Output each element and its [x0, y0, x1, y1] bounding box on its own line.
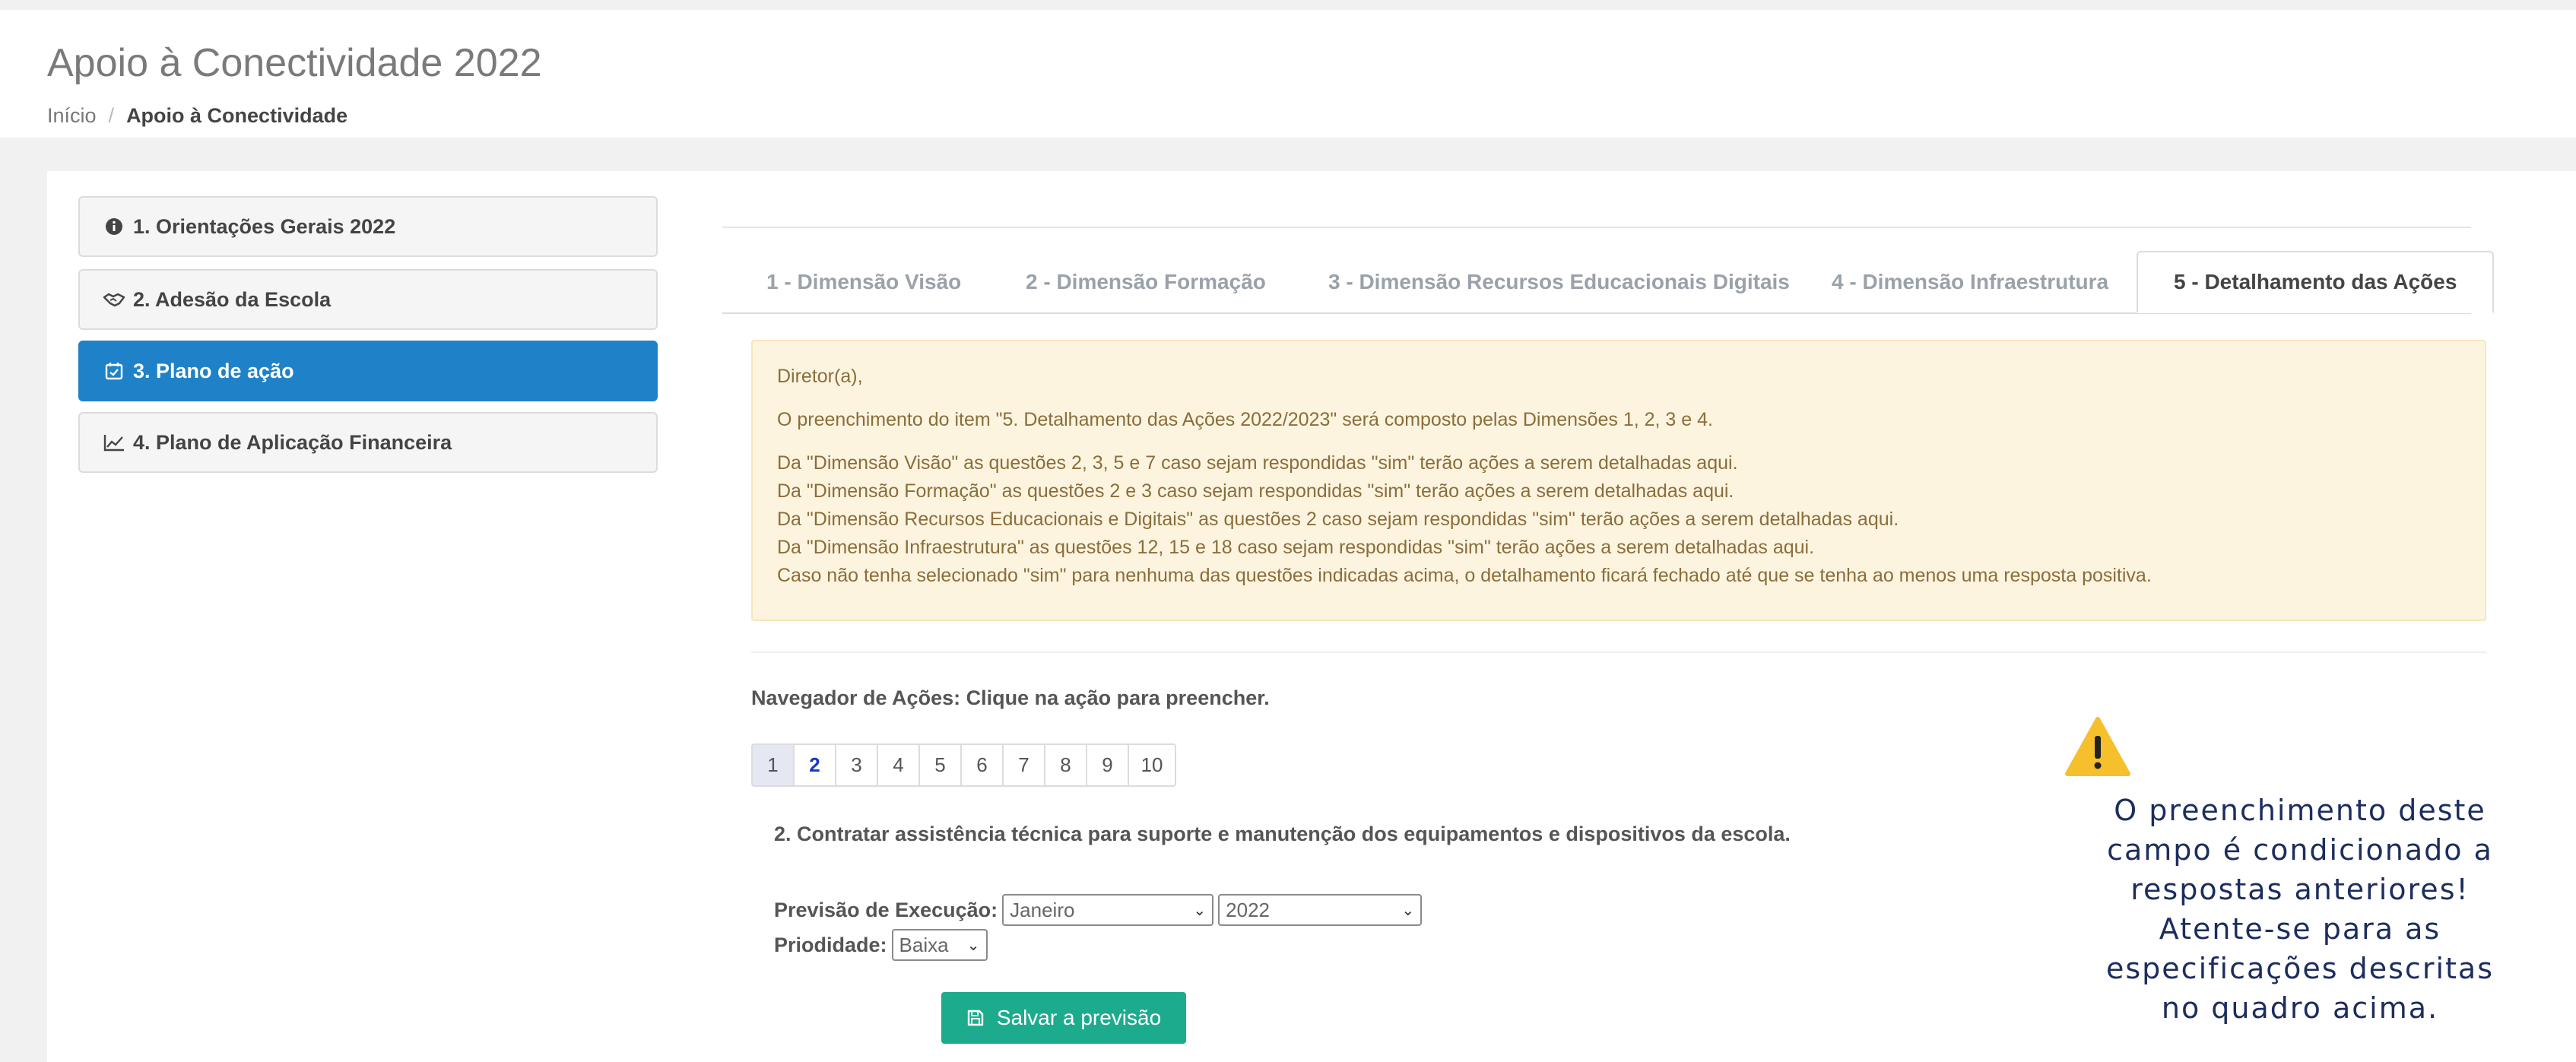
- breadcrumb-separator: /: [108, 104, 115, 127]
- warning-line: campo é condicionado a: [2107, 833, 2493, 867]
- sidebar-item-label: 3. Plano de ação: [133, 359, 294, 382]
- tab-dimensao-formacao[interactable]: 2 - Dimensão Formação: [1026, 251, 1266, 313]
- warning-line: especificações descritas: [2106, 952, 2494, 985]
- section-divider: [751, 651, 2486, 653]
- warning-line: O preenchimento deste: [2114, 794, 2486, 827]
- info-circle-icon: [103, 215, 125, 238]
- breadcrumb-current: Apoio à Conectividade: [126, 104, 348, 127]
- actions-navigator-label: Navegador de Ações: Clique na ação para …: [751, 686, 1270, 709]
- sidebar-item-label: 2. Adesão da Escola: [133, 287, 332, 311]
- save-button-label: Salvar a previsão: [996, 1006, 1162, 1029]
- floppy-disk-icon: [966, 1009, 985, 1027]
- page-button-5[interactable]: 5: [918, 743, 962, 787]
- sidebar-item-plano-financeiro[interactable]: 4. Plano de Aplicação Financeira: [78, 412, 658, 473]
- month-select[interactable]: Janeiro ⌄: [1002, 894, 1214, 926]
- alert-line: Da "Dimensão Visão" as questões 2, 3, 5 …: [777, 452, 1738, 474]
- alert-line: Da "Dimensão Recursos Educacionais e Dig…: [777, 509, 1899, 530]
- page-button-1[interactable]: 1: [751, 743, 795, 787]
- page-button-2[interactable]: 2: [793, 743, 836, 787]
- alert-line: Caso não tenha selecionado "sim" para ne…: [777, 565, 2152, 586]
- sidebar-item-plano-acao[interactable]: 3. Plano de ação: [78, 341, 658, 401]
- instructions-alert: Diretor(a), O preenchimento do item "5. …: [751, 340, 2486, 621]
- alert-intro: O preenchimento do item "5. Detalhamento…: [777, 409, 1713, 430]
- execution-forecast-row: Previsão de Execução: Janeiro ⌄ 2022 ⌄: [774, 894, 1423, 926]
- page-button-6[interactable]: 6: [960, 743, 1004, 787]
- warning-line: Atente-se para as: [2159, 912, 2441, 946]
- page-button-10[interactable]: 10: [1128, 743, 1176, 787]
- warning-message: O preenchimento deste campo é condiciona…: [2087, 791, 2513, 1028]
- tab-dimensao-recursos[interactable]: 3 - Dimensão Recursos Educacionais Digit…: [1328, 251, 1790, 313]
- page-header: Apoio à Conectividade 2022 Início / Apoio …: [0, 10, 2576, 138]
- warning-line: no quadro acima.: [2161, 991, 2439, 1025]
- sidebar-item-adesao[interactable]: 2. Adesão da Escola: [78, 269, 658, 330]
- warning-line: respostas anteriores!: [2130, 873, 2470, 906]
- priority-row: Priodidade: Baixa ⌄: [774, 929, 988, 961]
- page-button-9[interactable]: 9: [1086, 743, 1129, 787]
- page-title: Apoio à Conectividade 2022: [47, 41, 542, 85]
- tab-dimensao-visao[interactable]: 1 - Dimensão Visão: [766, 251, 961, 313]
- sidebar-item-label: 4. Plano de Aplicação Financeira: [133, 430, 452, 454]
- alert-line: Da "Dimensão Formação" as questões 2 e 3…: [777, 480, 1734, 502]
- page-button-4[interactable]: 4: [877, 743, 920, 787]
- month-select-value: Janeiro: [1010, 898, 1075, 921]
- priority-select[interactable]: Baixa ⌄: [891, 929, 988, 961]
- tab-dimensao-infraestrutura[interactable]: 4 - Dimensão Infraestrutura: [1832, 251, 2108, 313]
- handshake-icon: [103, 288, 125, 311]
- breadcrumb: Início / Apoio à Conectividade: [47, 104, 347, 128]
- sidebar-item-label: 1. Orientações Gerais 2022: [133, 214, 396, 238]
- sidebar-item-orientacoes[interactable]: 1. Orientações Gerais 2022: [78, 196, 658, 257]
- chevron-down-icon: ⌄: [966, 937, 980, 954]
- chevron-down-icon: ⌄: [1193, 902, 1207, 919]
- chevron-down-icon: ⌄: [1401, 902, 1415, 919]
- breadcrumb-home[interactable]: Início: [47, 104, 97, 127]
- line-chart-icon: [103, 431, 125, 454]
- execution-forecast-label: Previsão de Execução:: [774, 898, 998, 921]
- page-button-3[interactable]: 3: [835, 743, 878, 787]
- warning-icon: [2065, 716, 2130, 777]
- actions-pager: 1 2 3 4 5 6 7 8 9 10: [751, 743, 1176, 787]
- tab-detalhamento-acoes[interactable]: 5 - Detalhamento das Ações: [2137, 251, 2495, 313]
- alert-greeting: Diretor(a),: [777, 366, 863, 387]
- year-select-value: 2022: [1226, 898, 1270, 921]
- priority-label: Priodidade:: [774, 933, 887, 956]
- priority-select-value: Baixa: [899, 933, 949, 956]
- year-select[interactable]: 2022 ⌄: [1218, 894, 1423, 926]
- save-forecast-button[interactable]: Salvar a previsão: [941, 992, 1186, 1044]
- alert-line: Da "Dimensão Infraestrutura" as questões…: [777, 537, 1815, 558]
- tabs-top-divider: [722, 227, 2471, 228]
- action-title: 2. Contratar assistência técnica para su…: [774, 823, 1791, 845]
- calendar-check-icon: [103, 360, 125, 382]
- page-button-7[interactable]: 7: [1002, 743, 1045, 787]
- page-button-8[interactable]: 8: [1044, 743, 1087, 787]
